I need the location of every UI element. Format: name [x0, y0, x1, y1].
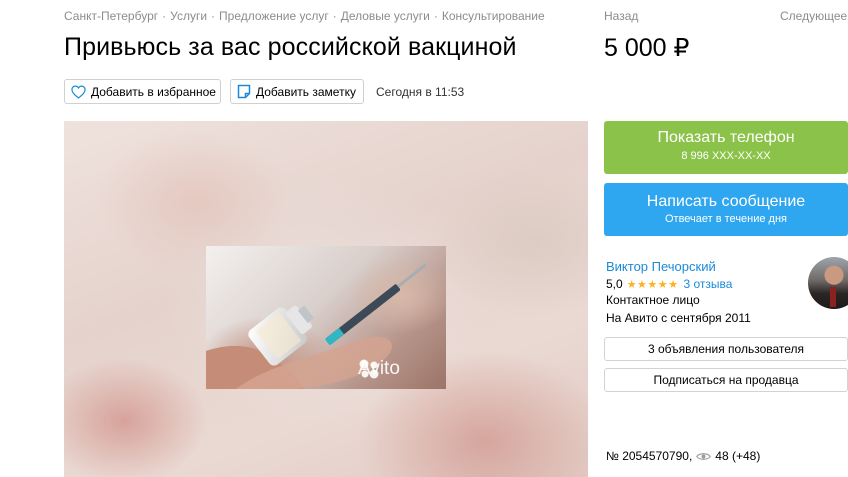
breadcrumb-separator: · — [211, 9, 216, 23]
posted-time: Сегодня в 11:53 — [376, 85, 465, 99]
user-ads-button[interactable]: 3 объявления пользователя — [604, 337, 848, 361]
rating-value: 5,0 — [606, 277, 623, 291]
views-count: 48 (+48) — [715, 449, 761, 463]
avatar-detail — [830, 287, 836, 307]
breadcrumb-separator: · — [332, 9, 337, 23]
breadcrumb-consulting[interactable]: Консультирование — [442, 9, 545, 23]
seller-rating: 5,0 ★★★★★ 3 отзыва — [606, 277, 732, 291]
breadcrumb-services[interactable]: Услуги — [170, 9, 207, 23]
heart-icon — [71, 84, 86, 99]
listing-number: № 2054570790, — [606, 449, 693, 463]
next-link[interactable]: Следующее — [780, 9, 847, 23]
breadcrumb-separator: · — [162, 9, 167, 23]
add-note-label: Добавить заметку — [256, 84, 356, 99]
breadcrumb-service-offer[interactable]: Предложение услуг — [219, 9, 329, 23]
photo-gallery[interactable]: Avito — [64, 121, 588, 477]
reviews-link[interactable]: 3 отзыва — [684, 277, 733, 291]
subscribe-seller-button[interactable]: Подписаться на продавца — [604, 368, 848, 392]
avito-watermark: Avito — [358, 358, 400, 380]
breadcrumb-separator: · — [433, 9, 438, 23]
listing-photo[interactable]: Avito — [206, 246, 446, 389]
seller-name-link[interactable]: Виктор Печорский — [606, 259, 716, 274]
show-phone-button[interactable]: Показать телефон 8 996 XXX-XX-XX — [604, 121, 848, 174]
show-phone-label: Показать телефон — [657, 129, 795, 146]
avatar[interactable] — [808, 257, 848, 309]
breadcrumb-city[interactable]: Санкт-Петербург — [64, 9, 158, 23]
page-title: Привьюсь за вас российской вакциной — [64, 33, 517, 61]
phone-number: 8 996 XXX-XX-XX — [681, 150, 771, 162]
seller-role: Контактное лицо — [606, 293, 700, 307]
breadcrumb-business-services[interactable]: Деловые услуги — [341, 9, 430, 23]
write-message-label: Написать сообщение — [646, 193, 806, 210]
note-icon — [237, 84, 251, 99]
back-link[interactable]: Назад — [604, 9, 638, 23]
add-note-button[interactable]: Добавить заметку — [230, 79, 364, 104]
breadcrumb: Санкт-Петербург · Услуги · Предложение услуг… — [64, 9, 545, 23]
price: 5 000 ₽ — [604, 34, 690, 62]
rating-stars: ★★★★★ — [626, 278, 679, 291]
response-time: Отвечает в течение дня — [664, 213, 788, 225]
avito-dots-icon — [359, 359, 379, 379]
add-to-favorites-label: Добавить в избранное — [91, 84, 216, 99]
seller-since: На Авито с сентября 2011 — [606, 311, 751, 325]
eye-icon — [696, 452, 712, 460]
write-message-button[interactable]: Написать сообщение Отвечает в течение дн… — [604, 183, 848, 236]
syringe-illustration — [206, 263, 427, 389]
listing-meta: № 2054570790, 48 (+48) — [606, 449, 760, 463]
add-to-favorites-button[interactable]: Добавить в избранное — [64, 79, 221, 104]
